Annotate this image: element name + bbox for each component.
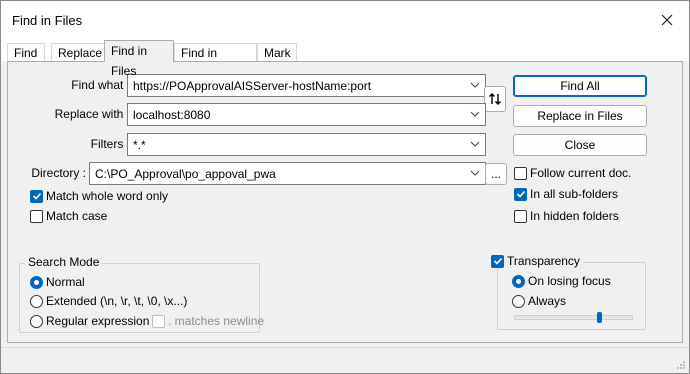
radio-selected-icon [30,275,43,289]
search-mode-title: Search Mode [25,255,103,269]
chevron-down-icon [470,170,480,176]
replace-with-value: localhost:8080 [133,108,211,122]
filters-combo[interactable]: *.* [127,133,486,156]
in-all-subfolders-label: In all sub-folders [530,187,619,201]
replace-with-combo[interactable]: localhost:8080 [127,103,486,126]
window-title: Find in Files [12,13,83,28]
radio-unselected-icon [512,294,525,308]
transparency-always-label: Always [528,294,567,308]
search-mode-regex-label: Regular expression [46,314,150,328]
title-bar: Find in Files [1,1,689,39]
checkbox-checked-icon [491,254,504,268]
radio-unselected-icon [30,294,43,308]
find-what-value: https://POApprovalAISServer-hostName:por… [133,79,372,93]
browse-directory-button[interactable]: ... [485,163,507,185]
find-in-files-dialog: Find in Files Find Replace Find in Files… [0,0,690,374]
replace-in-files-button[interactable]: Replace in Files [513,105,647,127]
checkbox-checked-icon [30,189,43,203]
transparency-slider-track[interactable] [514,315,633,320]
transparency-checkbox[interactable]: Transparency [488,254,583,268]
match-whole-word-label: Match whole word only [46,189,169,203]
tab-mark[interactable]: Mark [257,43,297,62]
transparency-on-losing-focus-label: On losing focus [528,274,611,288]
search-mode-normal-radio[interactable]: Normal [30,275,85,289]
radio-selected-icon [512,274,525,288]
close-icon [661,14,673,26]
tab-find-in-projects[interactable]: Find in Projects [174,43,257,78]
search-mode-extended-radio[interactable]: Extended (\n, \r, \t, \0, \x...) [30,294,187,308]
tab-find-in-files[interactable]: Find in Files [104,40,174,78]
match-case-checkbox[interactable]: Match case [30,209,107,223]
find-all-button[interactable]: Find All [513,75,647,97]
radio-unselected-icon [30,314,43,328]
checkbox-disabled-icon [152,314,165,328]
in-hidden-folders-checkbox[interactable]: In hidden folders [514,209,619,223]
find-in-files-panel: Find what : https://POApprovalAISServer-… [7,61,683,343]
replace-with-label: Replace with : [54,107,130,121]
checkbox-unchecked-icon [514,209,527,223]
swap-find-replace-button[interactable] [484,86,506,112]
directory-value: C:\PO_Approval\po_appoval_pwa [95,167,276,181]
chevron-down-icon [470,82,480,88]
matches-newline-checkbox[interactable]: . matches newline [152,314,264,328]
close-window-button[interactable] [645,1,689,39]
checkbox-unchecked-icon [30,209,43,223]
directory-label: Directory : [31,166,86,180]
find-what-combo[interactable]: https://POApprovalAISServer-hostName:por… [127,74,486,97]
search-mode-extended-label: Extended (\n, \r, \t, \0, \x...) [46,294,188,308]
chevron-down-icon [470,141,480,147]
search-mode-normal-label: Normal [46,275,85,289]
transparency-on-losing-focus-radio[interactable]: On losing focus [512,274,611,288]
transparency-always-radio[interactable]: Always [512,294,566,308]
resize-grip-icon[interactable] [676,360,686,370]
match-case-label: Match case [46,209,108,223]
tab-strip: Find Replace Find in Files Find in Proje… [1,39,689,78]
directory-combo[interactable]: C:\PO_Approval\po_appoval_pwa [89,162,486,185]
filters-value: *.* [133,138,146,152]
matches-newline-label: . matches newline [168,314,265,328]
search-mode-regex-radio[interactable]: Regular expression [30,314,149,328]
checkbox-checked-icon [514,187,527,201]
transparency-title: Transparency [507,254,580,268]
tab-replace[interactable]: Replace [51,43,105,62]
status-bar [1,347,689,373]
tab-find[interactable]: Find [7,43,45,62]
follow-current-doc-checkbox[interactable]: Follow current doc. [514,166,631,180]
in-hidden-folders-label: In hidden folders [530,209,619,223]
chevron-down-icon [470,111,480,117]
match-whole-word-checkbox[interactable]: Match whole word only [30,189,168,203]
in-all-subfolders-checkbox[interactable]: In all sub-folders [514,187,618,201]
checkbox-unchecked-icon [514,166,527,180]
transparency-slider-thumb[interactable] [596,312,602,323]
filters-label: Filters : [90,137,130,151]
swap-arrows-icon [489,93,501,105]
close-button[interactable]: Close [513,134,647,156]
follow-current-doc-label: Follow current doc. [530,166,632,180]
